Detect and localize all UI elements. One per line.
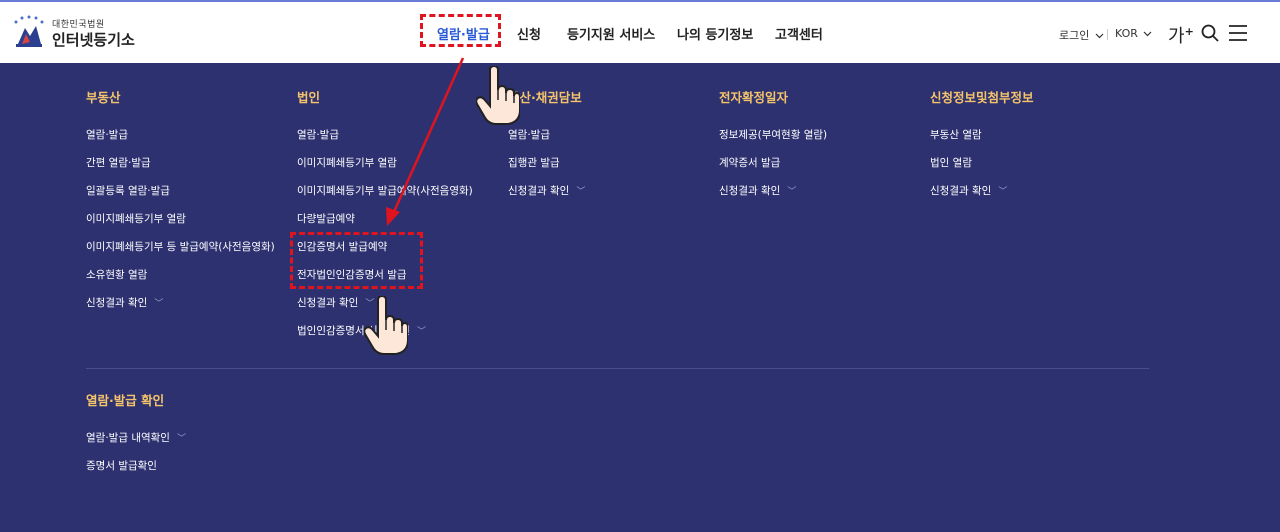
login-dropdown[interactable]: 로그인 bbox=[1059, 27, 1104, 43]
chevron-down-icon bbox=[1143, 31, 1152, 37]
menu-item-mc-result-check[interactable]: 신청결과 확인 ﹀ bbox=[508, 183, 585, 198]
menu-item-corp-closed-image-reserve[interactable]: 이미지폐쇄등기부 발급예약(사전음영화) bbox=[297, 183, 473, 198]
menu-item-re-bulk-view[interactable]: 일괄등록 열람·발급 bbox=[86, 183, 170, 198]
highlight-box-menu bbox=[290, 232, 423, 289]
menu-divider bbox=[86, 368, 1149, 369]
chevron-down-icon: ﹀ bbox=[998, 187, 1008, 197]
column-title-real-estate: 부동산 bbox=[86, 90, 121, 105]
nav-support-services[interactable]: 등기지원 서비스 bbox=[567, 24, 655, 43]
menu-item-label: 신청결과 확인 bbox=[297, 297, 359, 309]
nav-apply[interactable]: 신청 bbox=[517, 24, 541, 43]
pointer-hand-icon bbox=[364, 296, 408, 355]
login-label: 로그인 bbox=[1059, 29, 1090, 42]
font-size-label: 가 bbox=[1168, 26, 1185, 47]
chevron-down-icon: ﹀ bbox=[176, 434, 186, 444]
nav-my-registry[interactable]: 나의 등기정보 bbox=[677, 24, 753, 43]
chevron-down-icon: ﹀ bbox=[154, 299, 164, 309]
chevron-down-icon: ﹀ bbox=[576, 187, 586, 197]
language-dropdown[interactable]: KOR bbox=[1115, 27, 1152, 40]
menu-item-label: 신청결과 확인 bbox=[930, 185, 992, 197]
language-label: KOR bbox=[1115, 27, 1138, 40]
highlight-box-nav bbox=[420, 14, 501, 47]
font-size-button[interactable]: 가+ bbox=[1168, 22, 1194, 48]
chevron-down-icon: ﹀ bbox=[787, 187, 797, 197]
menu-item-label: 신청결과 확인 bbox=[508, 185, 570, 197]
menu-item-ai-result-check[interactable]: 신청결과 확인 ﹀ bbox=[930, 183, 1007, 198]
menu-icon[interactable] bbox=[1229, 25, 1247, 41]
menu-item-label: 열람·발급 내역확인 bbox=[86, 432, 170, 444]
menu-item-re-view-issue[interactable]: 열람·발급 bbox=[86, 127, 128, 142]
menu-item-ai-corp-view[interactable]: 법인 열람 bbox=[930, 155, 972, 170]
chevron-down-icon bbox=[1095, 33, 1104, 39]
menu-item-corp-view-issue[interactable]: 열람·발급 bbox=[297, 127, 339, 142]
menu-item-re-result-check[interactable]: 신청결과 확인 ﹀ bbox=[86, 295, 163, 310]
menu-item-label: 신청결과 확인 bbox=[719, 185, 781, 197]
menu-item-fd-contract-issue[interactable]: 계약증서 발급 bbox=[719, 155, 780, 170]
logo-title: 인터넷등기소 bbox=[52, 31, 135, 49]
column-title-corporation: 법인 bbox=[297, 90, 321, 105]
court-emblem-icon bbox=[14, 15, 44, 47]
pointer-hand-icon bbox=[476, 66, 520, 125]
menu-item-re-closed-image-reserve[interactable]: 이미지폐쇄등기부 등 발급예약(사전음영화) bbox=[86, 239, 275, 254]
menu-item-corp-bulk-reserve[interactable]: 다량발급예약 bbox=[297, 211, 355, 226]
menu-item-cert-issue-check[interactable]: 증명서 발급확인 bbox=[86, 458, 157, 473]
column-title-confirm: 열람·발급 확인 bbox=[86, 393, 165, 408]
util-divider bbox=[1107, 29, 1108, 40]
menu-item-mc-bailiff-issue[interactable]: 집행관 발급 bbox=[508, 155, 560, 170]
annotation-arrow-head bbox=[386, 207, 400, 226]
chevron-down-icon: ﹀ bbox=[416, 327, 426, 337]
menu-item-re-easy-view[interactable]: 간편 열람·발급 bbox=[86, 155, 151, 170]
menu-item-mc-view-issue[interactable]: 열람·발급 bbox=[508, 127, 550, 142]
menu-item-history-check[interactable]: 열람·발급 내역확인 ﹀ bbox=[86, 430, 186, 445]
font-size-plus: + bbox=[1184, 25, 1194, 38]
menu-item-label: 신청결과 확인 bbox=[86, 297, 148, 309]
nav-customer-center[interactable]: 고객센터 bbox=[775, 24, 823, 43]
annotation-arrow-layer bbox=[386, 57, 465, 226]
site-logo[interactable]: 대한민국법원 인터넷등기소 bbox=[10, 12, 140, 52]
menu-item-re-ownership-view[interactable]: 소유현황 열람 bbox=[86, 267, 147, 282]
menu-item-corp-closed-image-view[interactable]: 이미지폐쇄등기부 열람 bbox=[297, 155, 397, 170]
menu-item-fd-result-check[interactable]: 신청결과 확인 ﹀ bbox=[719, 183, 796, 198]
column-title-application-info: 신청정보및첨부정보 bbox=[930, 90, 1034, 105]
menu-item-ai-real-estate-view[interactable]: 부동산 열람 bbox=[930, 127, 982, 142]
menu-item-fd-info[interactable]: 정보제공(부여현황 열람) bbox=[719, 127, 827, 142]
search-icon[interactable] bbox=[1201, 24, 1219, 42]
menu-item-re-closed-image-view[interactable]: 이미지폐쇄등기부 열람 bbox=[86, 211, 186, 226]
menu-item-corp-result-check[interactable]: 신청결과 확인 ﹀ bbox=[297, 295, 374, 310]
column-title-e-fixed-date: 전자확정일자 bbox=[719, 90, 789, 105]
site-header: 대한민국법원 인터넷등기소 열람·발급 신청 등기지원 서비스 나의 등기정보 … bbox=[0, 2, 1280, 63]
